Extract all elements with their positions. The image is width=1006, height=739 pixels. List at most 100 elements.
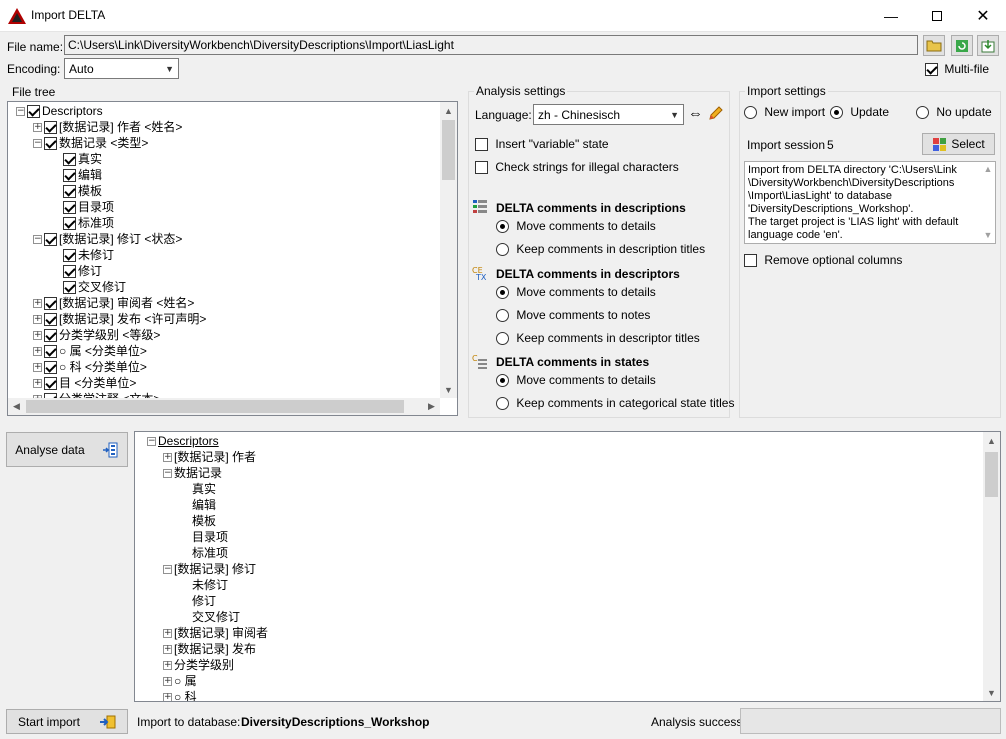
desc-move-details-radio[interactable] [496, 220, 509, 234]
collapse-icon[interactable]: − [163, 565, 172, 575]
result-tree-vscrollbar[interactable]: ▲ ▼ [983, 432, 1000, 701]
tree-row[interactable]: + [数据记录] 作者 <姓名> [33, 119, 182, 135]
remove-optional-checkbox[interactable] [744, 254, 757, 268]
analyse-data-button[interactable]: Analyse data [6, 432, 128, 467]
tree-row[interactable]: 目录项 [50, 199, 114, 215]
expand-icon[interactable]: + [163, 677, 172, 687]
tree-row[interactable]: 未修订 [179, 577, 228, 593]
tree-row-checkbox[interactable] [63, 217, 76, 231]
minimize-button[interactable]: — [868, 0, 914, 31]
tree-row[interactable]: + ○ 属 <分类单位> [33, 343, 147, 359]
collapse-icon[interactable]: − [33, 139, 42, 149]
new-import-option[interactable]: New import [744, 105, 825, 120]
tree-row[interactable]: 编辑 [50, 167, 102, 183]
state-keep-titles-option[interactable]: Keep comments in categorical state title… [496, 396, 734, 411]
result-tree-panel[interactable]: − Descriptors + [数据记录] 作者 − 数据记录 真实 编辑 模板 目录项 标准项 −… [134, 431, 1001, 702]
expand-icon[interactable]: + [33, 379, 42, 389]
start-import-button[interactable]: Start import [6, 709, 128, 734]
tree-row[interactable]: + [数据记录] 审阅者 <姓名> [33, 295, 194, 311]
tree-row-checkbox[interactable] [63, 201, 76, 215]
import-info-text[interactable]: Import from DELTA directory 'C:\Users\Li… [744, 161, 996, 244]
tree-row[interactable]: − Descriptors [16, 103, 103, 119]
tree-row[interactable]: 交叉修订 [179, 609, 240, 625]
check-strings-checkbox[interactable] [475, 161, 488, 175]
tree-row[interactable]: − 数据记录 <类型> [33, 135, 148, 151]
swap-arrows-icon[interactable]: ⇔ [688, 105, 703, 122]
tree-row-checkbox[interactable] [63, 185, 76, 199]
tree-row-checkbox[interactable] [63, 169, 76, 183]
update-radio[interactable] [830, 106, 843, 120]
tree-row-checkbox[interactable] [44, 297, 57, 311]
new-import-radio[interactable] [744, 106, 757, 120]
dscr-move-notes-option[interactable]: Move comments to notes [496, 308, 650, 323]
state-move-details-radio[interactable] [496, 374, 509, 388]
tree-row[interactable]: 标准项 [50, 215, 114, 231]
state-move-details-option[interactable]: Move comments to details [496, 373, 656, 388]
dscr-keep-titles-option[interactable]: Keep comments in descriptor titles [496, 331, 700, 346]
file-path-field[interactable]: C:\Users\Link\DiversityWorkbench\Diversi… [64, 35, 918, 55]
check-strings-option[interactable]: Check strings for illegal characters [475, 160, 679, 175]
expand-icon[interactable]: + [33, 363, 42, 373]
tree-row[interactable]: + [数据记录] 作者 [163, 449, 256, 465]
tree-row[interactable]: 模板 [179, 513, 216, 529]
refresh-button[interactable] [951, 35, 973, 56]
tree-row-checkbox[interactable] [63, 281, 76, 295]
tree-row[interactable]: + [数据记录] 发布 [163, 641, 256, 657]
dscr-keep-titles-radio[interactable] [496, 332, 509, 346]
dscr-move-details-option[interactable]: Move comments to details [496, 285, 656, 300]
scroll-up-icon[interactable]: ▲ [440, 102, 457, 119]
tree-row[interactable]: 模板 [50, 183, 102, 199]
tree-row-checkbox[interactable] [44, 345, 57, 359]
export-button[interactable] [977, 35, 999, 56]
tree-row-checkbox[interactable] [44, 121, 57, 135]
desc-move-details-option[interactable]: Move comments to details [496, 219, 656, 234]
expand-icon[interactable]: + [33, 123, 42, 133]
no-update-option[interactable]: No update [916, 105, 992, 120]
tree-row-checkbox[interactable] [44, 377, 57, 391]
language-select[interactable]: zh - Chinesisch ▼ [533, 104, 684, 125]
tree-row[interactable]: + ○ 科 <分类单位> [33, 359, 147, 375]
expand-icon[interactable]: + [163, 453, 172, 463]
tree-row[interactable]: + ○ 科 [163, 689, 197, 701]
file-tree-panel[interactable]: − Descriptors + [数据记录] 作者 <姓名> − 数据记录 <类型> 真实编… [7, 101, 458, 416]
tree-row[interactable]: 未修订 [50, 247, 114, 263]
dscr-move-notes-radio[interactable] [496, 309, 509, 323]
scroll-right-icon[interactable]: ▶ [423, 398, 440, 415]
scroll-up-icon[interactable]: ▲ [983, 432, 1000, 449]
tree-row[interactable]: 编辑 [179, 497, 216, 513]
desc-keep-titles-option[interactable]: Keep comments in description titles [496, 242, 705, 257]
tree-row-checkbox[interactable] [27, 105, 40, 119]
maximize-button[interactable] [914, 0, 960, 31]
tree-row[interactable]: + 分类学级别 <等级> [33, 327, 160, 343]
multi-file-check[interactable] [925, 63, 938, 77]
tree-row[interactable]: 目录项 [179, 529, 228, 545]
tree-row[interactable]: + [数据记录] 审阅者 [163, 625, 268, 641]
expand-icon[interactable]: + [163, 645, 172, 655]
tree-row-checkbox[interactable] [63, 153, 76, 167]
expand-icon[interactable]: + [33, 299, 42, 309]
scroll-thumb[interactable] [985, 452, 998, 497]
select-session-button[interactable]: Select [922, 133, 995, 155]
tree-row[interactable]: 真实 [50, 151, 102, 167]
expand-icon[interactable]: + [163, 693, 172, 701]
tree-row[interactable]: − 数据记录 [163, 465, 222, 481]
scroll-down-icon[interactable]: ▼ [440, 381, 457, 398]
tree-row-checkbox[interactable] [63, 249, 76, 263]
tree-row[interactable]: − Descriptors [147, 433, 219, 449]
tree-row[interactable]: 交叉修订 [50, 279, 126, 295]
open-folder-button[interactable] [923, 35, 945, 56]
remove-optional-option[interactable]: Remove optional columns [744, 253, 902, 268]
tree-row[interactable]: − [数据记录] 修订 <状态> [33, 231, 182, 247]
info-scroll-down-icon[interactable]: ▼ [982, 230, 994, 240]
tree-row-checkbox[interactable] [44, 313, 57, 327]
update-option[interactable]: Update [830, 105, 889, 120]
file-tree-vscrollbar[interactable]: ▲ ▼ [440, 102, 457, 398]
tree-row-checkbox[interactable] [44, 361, 57, 375]
tree-row[interactable]: + 分类学级别 [163, 657, 234, 673]
scroll-down-icon[interactable]: ▼ [983, 684, 1000, 701]
state-keep-titles-radio[interactable] [496, 397, 509, 411]
expand-icon[interactable]: + [163, 629, 172, 639]
tree-row-checkbox[interactable] [44, 329, 57, 343]
collapse-icon[interactable]: − [33, 235, 42, 245]
expand-icon[interactable]: + [163, 661, 172, 671]
